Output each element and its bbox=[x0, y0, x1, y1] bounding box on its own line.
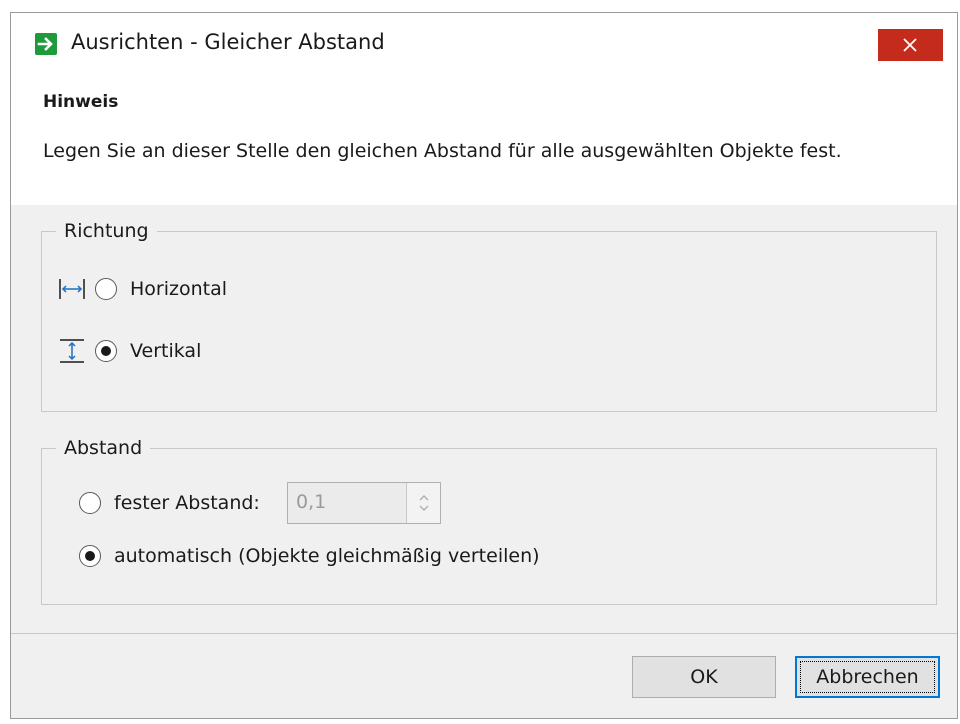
spacing-option-fixed[interactable]: fester Abstand: bbox=[79, 492, 260, 514]
hint-title: Hinweis bbox=[43, 92, 119, 112]
horizontal-label: Horizontal bbox=[130, 278, 228, 300]
spacing-legend: Abstand bbox=[64, 437, 143, 459]
fixed-spacing-radio[interactable] bbox=[79, 492, 101, 514]
hint-panel: Hinweis Legen Sie an dieser Stelle den g… bbox=[11, 75, 957, 205]
vertical-label: Vertikal bbox=[130, 340, 202, 362]
ok-button[interactable]: OK bbox=[632, 656, 776, 698]
direction-legend: Richtung bbox=[64, 220, 149, 242]
title-bar: Ausrichten - Gleicher Abstand bbox=[11, 13, 957, 75]
auto-spacing-label: automatisch (Objekte gleichmäßig verteil… bbox=[114, 545, 540, 567]
auto-spacing-radio[interactable] bbox=[79, 545, 101, 567]
fixed-spacing-label: fester Abstand: bbox=[114, 492, 260, 514]
hint-text: Legen Sie an dieser Stelle den gleichen … bbox=[43, 140, 842, 162]
direction-option-vertical[interactable]: Vertikal bbox=[57, 337, 201, 365]
fixed-spacing-input[interactable]: 0,1 bbox=[287, 482, 441, 524]
horizontal-radio[interactable] bbox=[95, 278, 117, 300]
vertical-radio[interactable] bbox=[95, 340, 117, 362]
spin-up-down-icon bbox=[419, 495, 429, 511]
close-icon bbox=[903, 38, 917, 52]
window-title: Ausrichten - Gleicher Abstand bbox=[71, 30, 385, 54]
direction-option-horizontal[interactable]: Horizontal bbox=[57, 275, 227, 303]
spin-buttons[interactable] bbox=[406, 483, 440, 523]
direction-group: Richtung bbox=[41, 220, 937, 412]
focus-rectangle bbox=[800, 661, 935, 693]
cancel-button[interactable]: Abbrechen bbox=[795, 656, 940, 698]
spacing-group: Abstand bbox=[41, 437, 937, 605]
green-arrow-right-icon bbox=[35, 33, 57, 55]
spacing-option-auto[interactable]: automatisch (Objekte gleichmäßig verteil… bbox=[79, 545, 540, 567]
dialog-window: Ausrichten - Gleicher Abstand Hinweis Le… bbox=[10, 12, 958, 719]
close-button[interactable] bbox=[878, 29, 943, 61]
horizontal-spacing-icon bbox=[57, 275, 87, 303]
footer-separator bbox=[11, 633, 957, 634]
fixed-spacing-value: 0,1 bbox=[296, 491, 327, 513]
vertical-spacing-icon bbox=[57, 337, 87, 365]
